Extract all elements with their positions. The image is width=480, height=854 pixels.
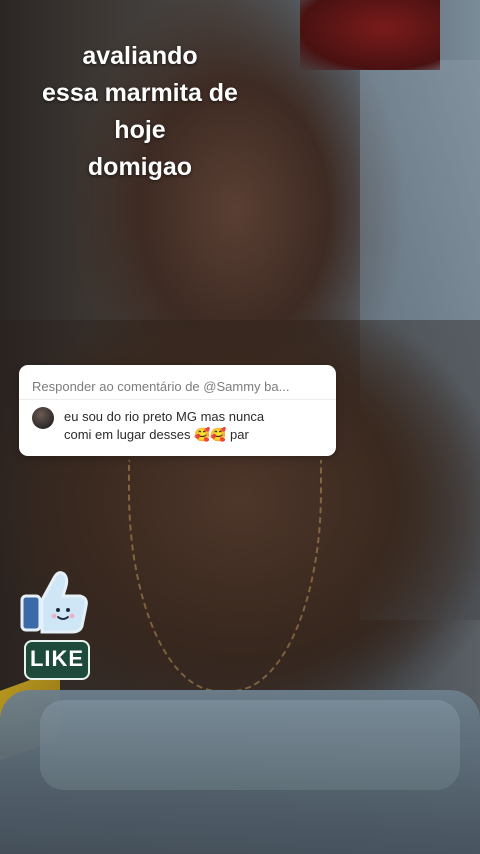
reply-header: Responder ao comentário de @Sammy ba... bbox=[32, 379, 290, 394]
caption-line: hoje bbox=[114, 116, 166, 144]
like-label: LIKE bbox=[24, 640, 90, 680]
avatar bbox=[32, 407, 54, 429]
comment-line: comi em lugar desses 🥰🥰 par bbox=[64, 427, 249, 442]
caption-line: domigao bbox=[87, 153, 193, 181]
comment-text: eu sou do rio preto MG mas nunca comi em… bbox=[64, 408, 326, 444]
video-caption: avaliando essa marmita de hoje domigao bbox=[20, 38, 260, 186]
thumbs-up-icon bbox=[20, 571, 88, 634]
card-divider bbox=[19, 399, 336, 400]
red-cap bbox=[300, 0, 440, 70]
caption-line: avaliando bbox=[82, 42, 198, 70]
caption-line: essa marmita de bbox=[42, 79, 238, 107]
food-container-lid bbox=[40, 700, 460, 790]
comment-line: eu sou do rio preto MG mas nunca bbox=[64, 409, 265, 424]
reply-comment-card[interactable]: Responder ao comentário de @Sammy ba... … bbox=[19, 365, 336, 456]
